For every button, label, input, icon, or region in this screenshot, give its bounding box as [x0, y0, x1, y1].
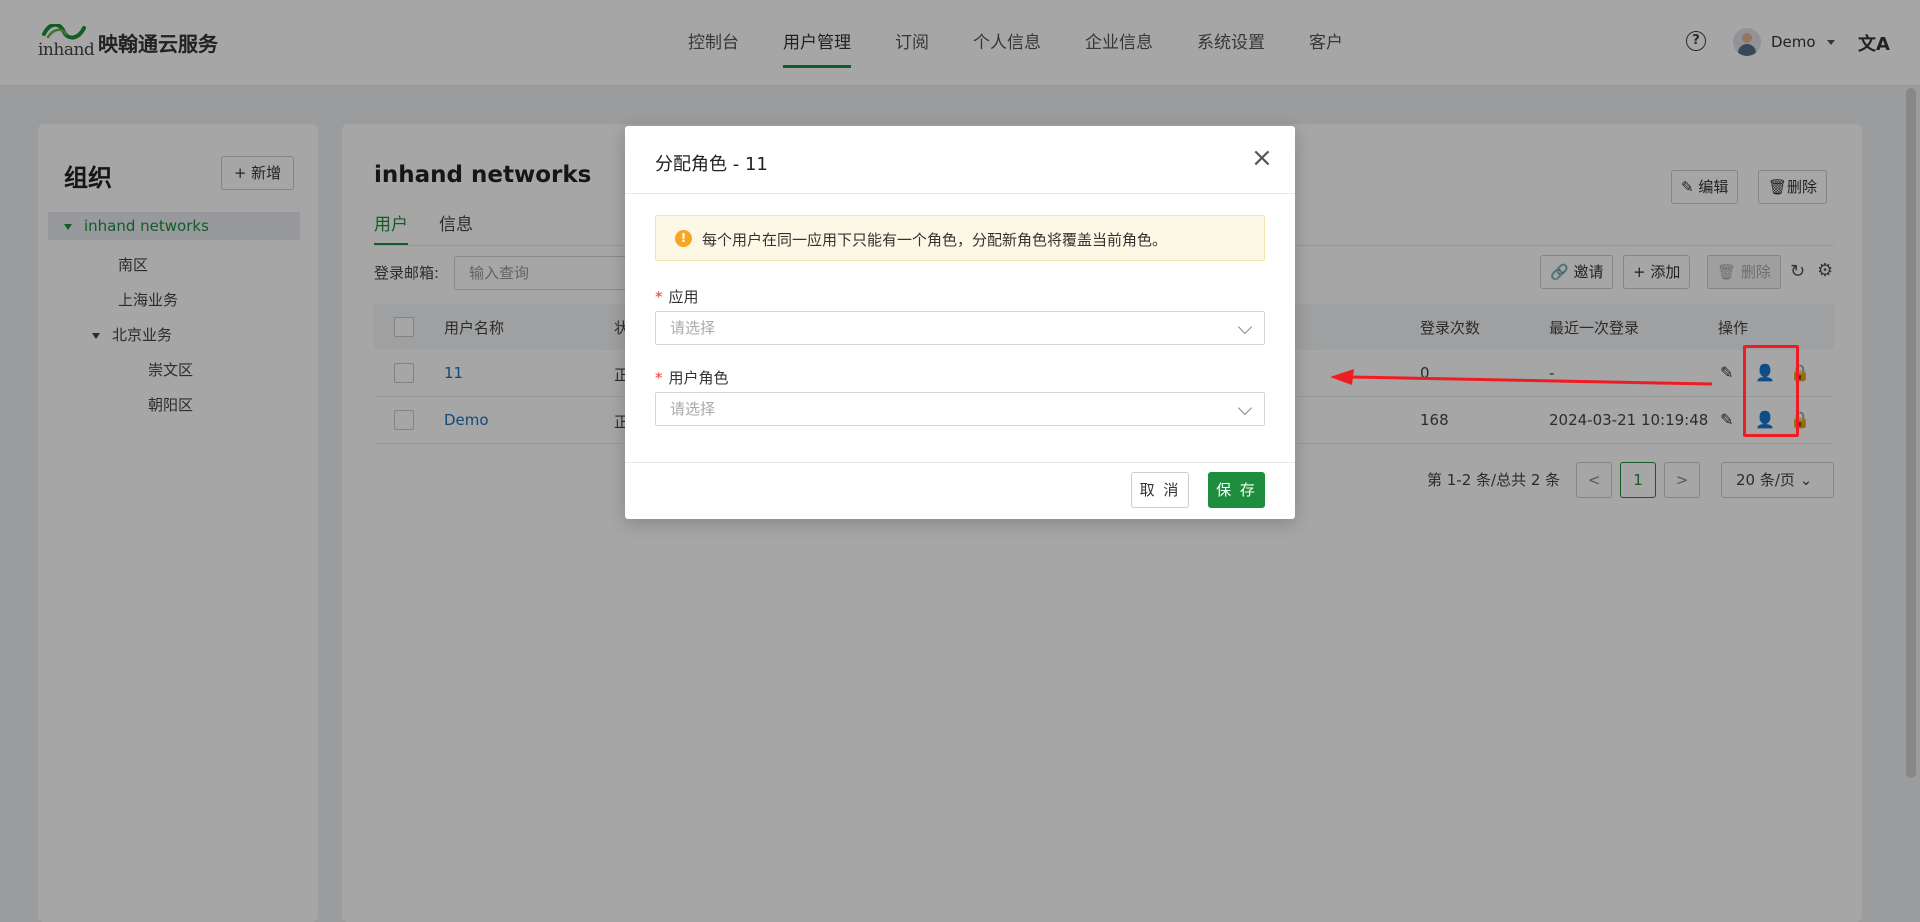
- warning-icon: !: [675, 230, 692, 247]
- close-icon[interactable]: ×: [1251, 144, 1273, 172]
- highlight-box: [1743, 345, 1799, 437]
- app-label: * 应用: [655, 288, 699, 306]
- annotation-arrow: [1330, 369, 1713, 386]
- dialog-title: 分配角色 - 11: [655, 154, 768, 175]
- alert-text: 每个用户在同一应用下只能有一个角色，分配新角色将覆盖当前角色。: [702, 231, 1168, 249]
- warning-alert: ! 每个用户在同一应用下只能有一个角色，分配新角色将覆盖当前角色。: [655, 215, 1265, 261]
- assign-role-dialog: 分配角色 - 11 × ! 每个用户在同一应用下只能有一个角色，分配新角色将覆盖…: [625, 126, 1295, 519]
- role-placeholder: 请选择: [670, 400, 716, 418]
- dialog-footer: 取 消 保 存: [625, 462, 1295, 519]
- app-label-text: 应用: [668, 288, 699, 306]
- chevron-down-icon: [1237, 400, 1253, 416]
- app-select[interactable]: 请选择: [655, 311, 1265, 345]
- role-label-text: 用户角色: [668, 369, 729, 387]
- save-button[interactable]: 保 存: [1208, 472, 1265, 508]
- dialog-header: 分配角色 - 11 ×: [625, 126, 1295, 194]
- cancel-button[interactable]: 取 消: [1131, 472, 1189, 508]
- app-placeholder: 请选择: [670, 319, 716, 337]
- role-label: * 用户角色: [655, 369, 729, 387]
- role-select[interactable]: 请选择: [655, 392, 1265, 426]
- chevron-down-icon: [1237, 319, 1253, 335]
